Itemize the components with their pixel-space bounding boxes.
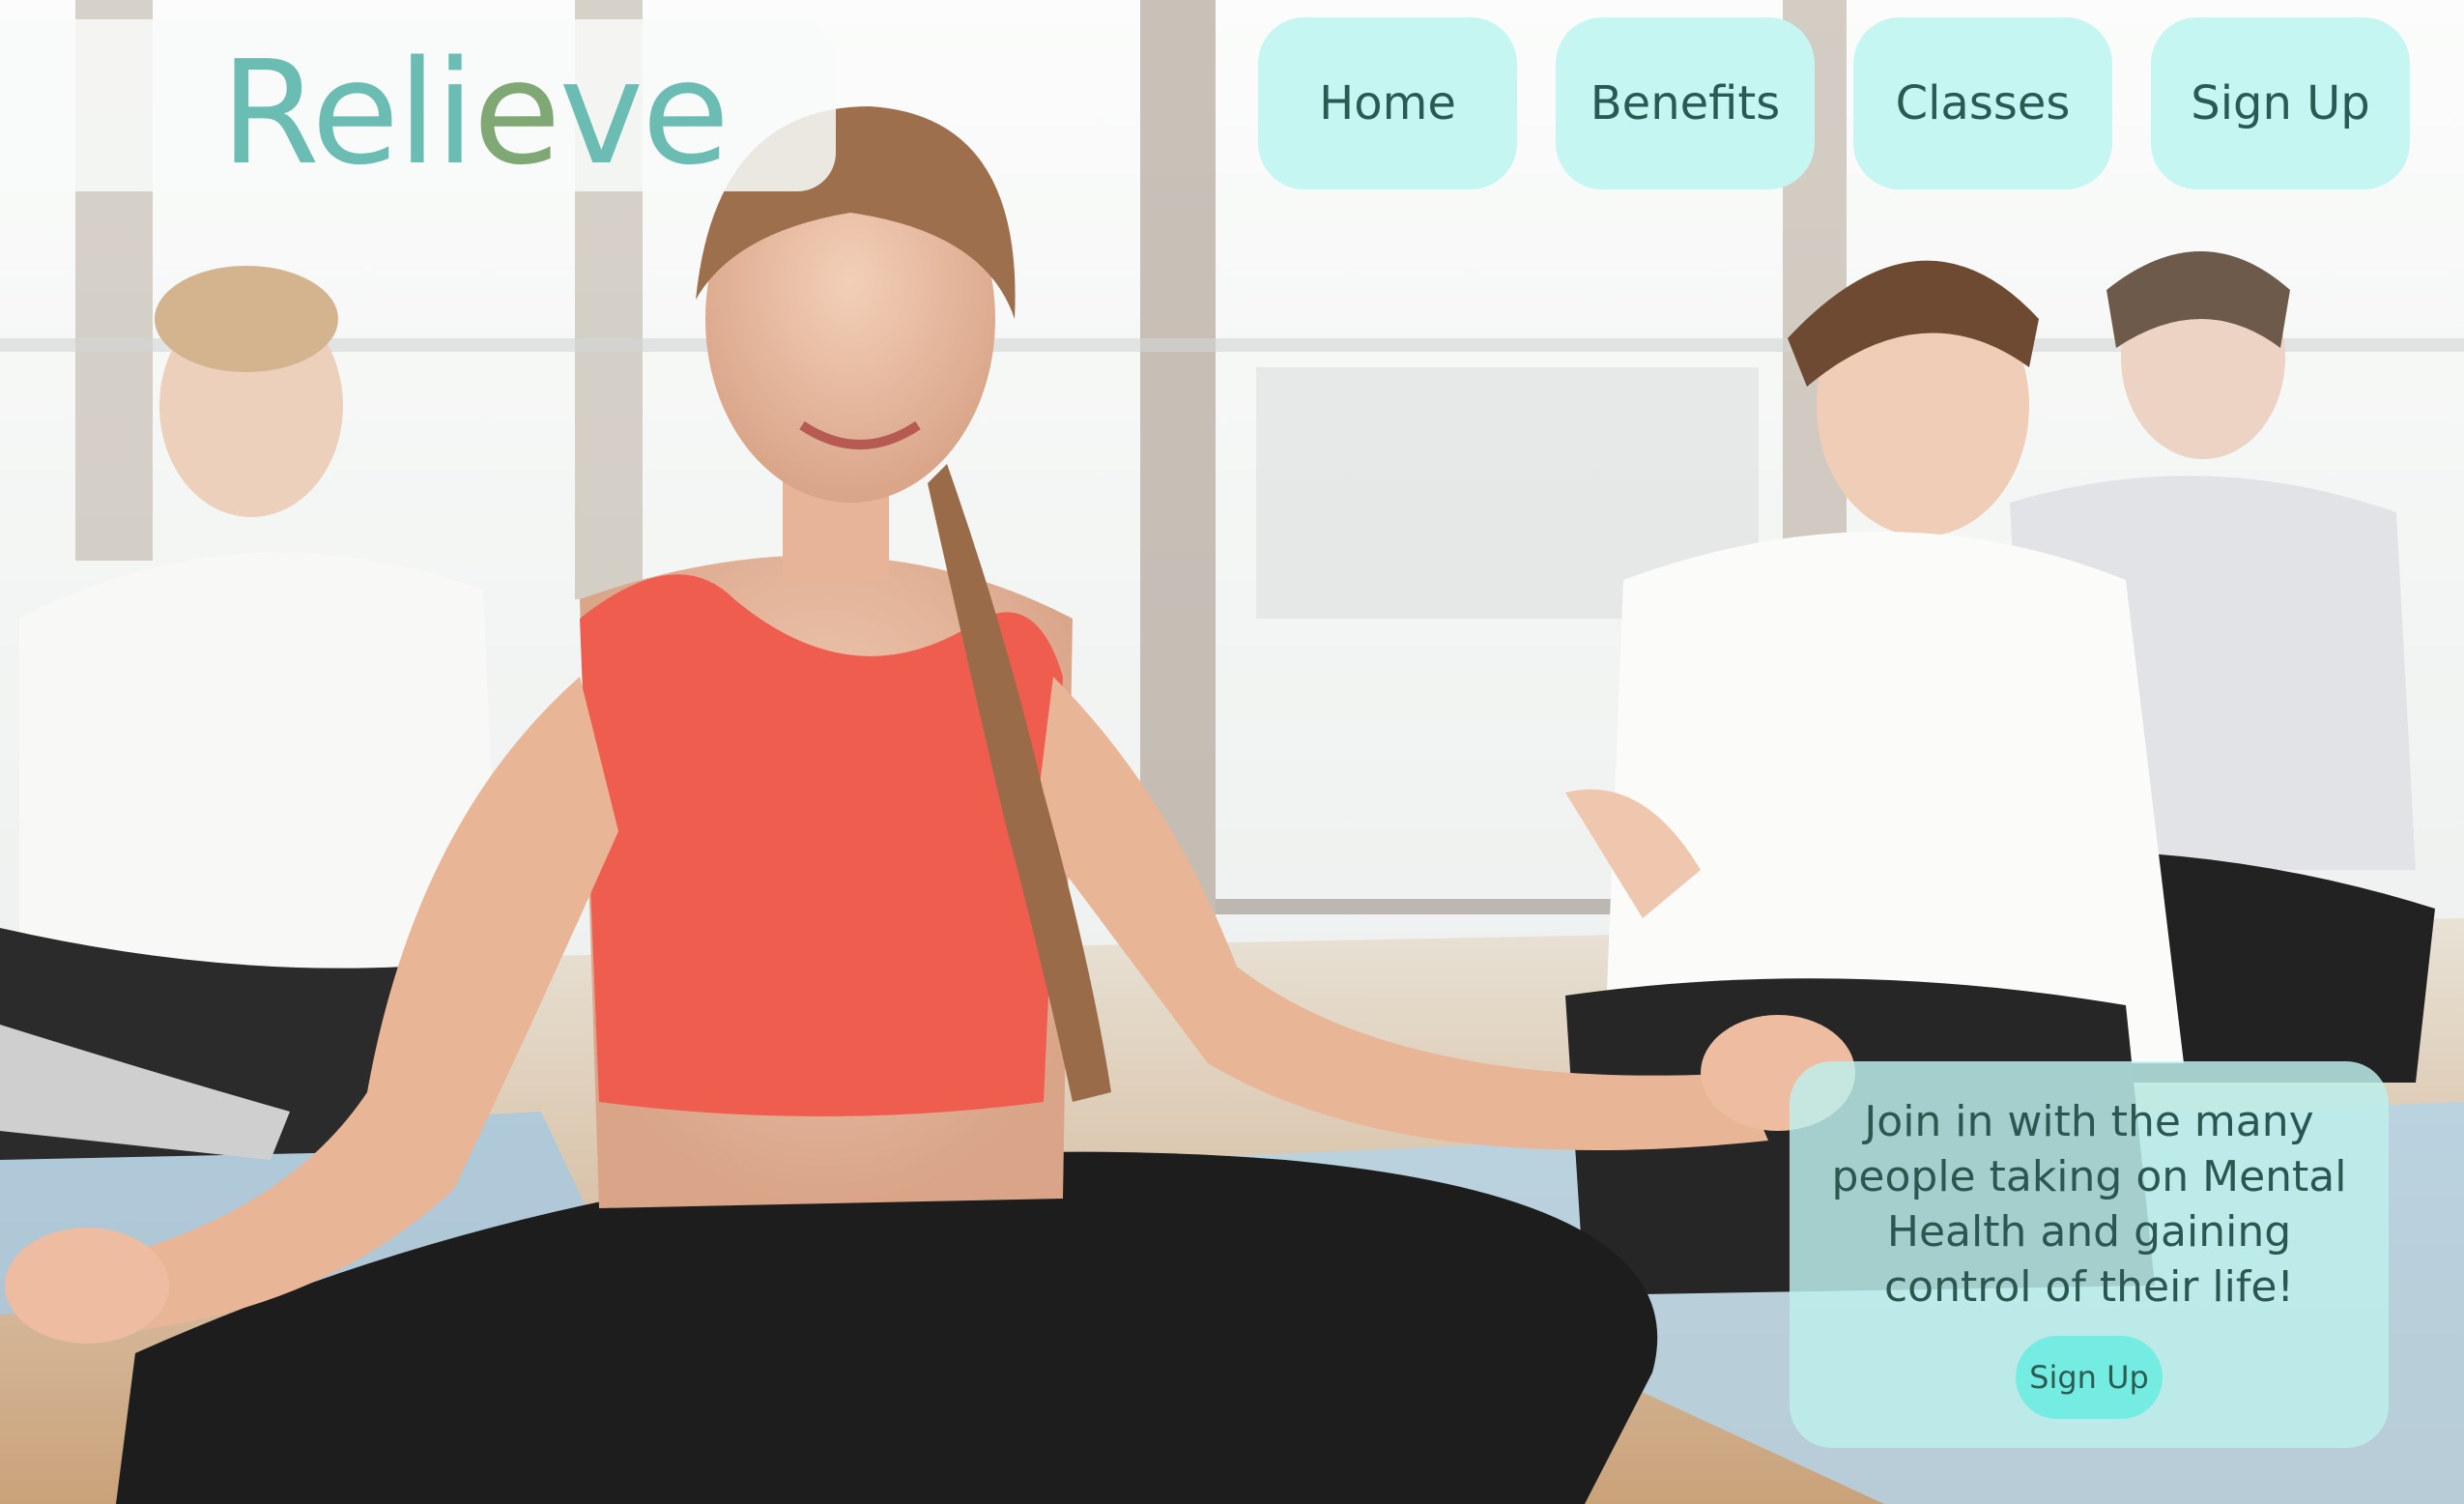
landing-page: Relieve Home Benefits Classes Sign Up Jo… — [0, 0, 2464, 1504]
logo-prefix: Reli — [220, 30, 474, 196]
cta-card: Join in with the many people taking on M… — [1790, 1061, 2389, 1448]
cta-message: Join in with the many people taking on M… — [1831, 1097, 2347, 1312]
logo-panel: Relieve — [0, 19, 836, 191]
logo-accent-letter: e — [473, 30, 560, 196]
cta-signup-button[interactable]: Sign Up — [2016, 1336, 2163, 1419]
main-nav: Home Benefits Classes Sign Up — [1258, 17, 2410, 189]
nav-classes-button[interactable]: Classes — [1853, 17, 2112, 189]
nav-signup-button[interactable]: Sign Up — [2151, 17, 2410, 189]
brand-logo[interactable]: Relieve — [220, 41, 730, 186]
logo-suffix: ve — [559, 30, 731, 196]
nav-benefits-button[interactable]: Benefits — [1556, 17, 1815, 189]
nav-home-button[interactable]: Home — [1258, 17, 1517, 189]
